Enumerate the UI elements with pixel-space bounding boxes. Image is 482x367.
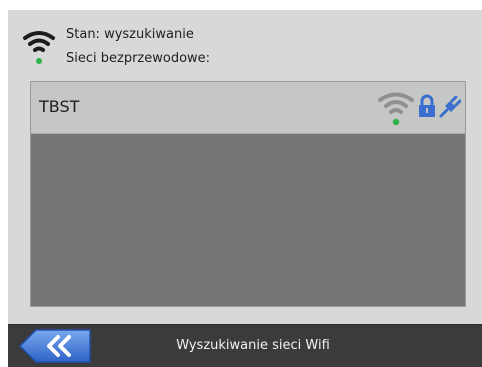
- wifi-status-icon: [23, 31, 55, 64]
- bottom-bar: Wyszukiwanie sieci Wifi: [8, 324, 482, 367]
- network-icons: [377, 88, 461, 128]
- network-row[interactable]: TBST: [31, 82, 465, 134]
- wifi-screen: Stan: wyszukiwanie Sieci bezprzewodowe: …: [8, 10, 482, 367]
- networks-label: Sieci bezprzewodowe:: [66, 51, 211, 66]
- back-button[interactable]: [18, 329, 92, 363]
- screen-title: Wyszukiwanie sieci Wifi: [176, 338, 330, 353]
- lock-icon: [419, 94, 435, 117]
- network-ssid: TBST: [39, 97, 80, 116]
- wifi-signal-icon: [378, 92, 414, 126]
- connect-plug-icon: [439, 96, 461, 118]
- status-label: Stan: wyszukiwanie: [66, 27, 194, 42]
- network-list[interactable]: TBST: [30, 81, 466, 307]
